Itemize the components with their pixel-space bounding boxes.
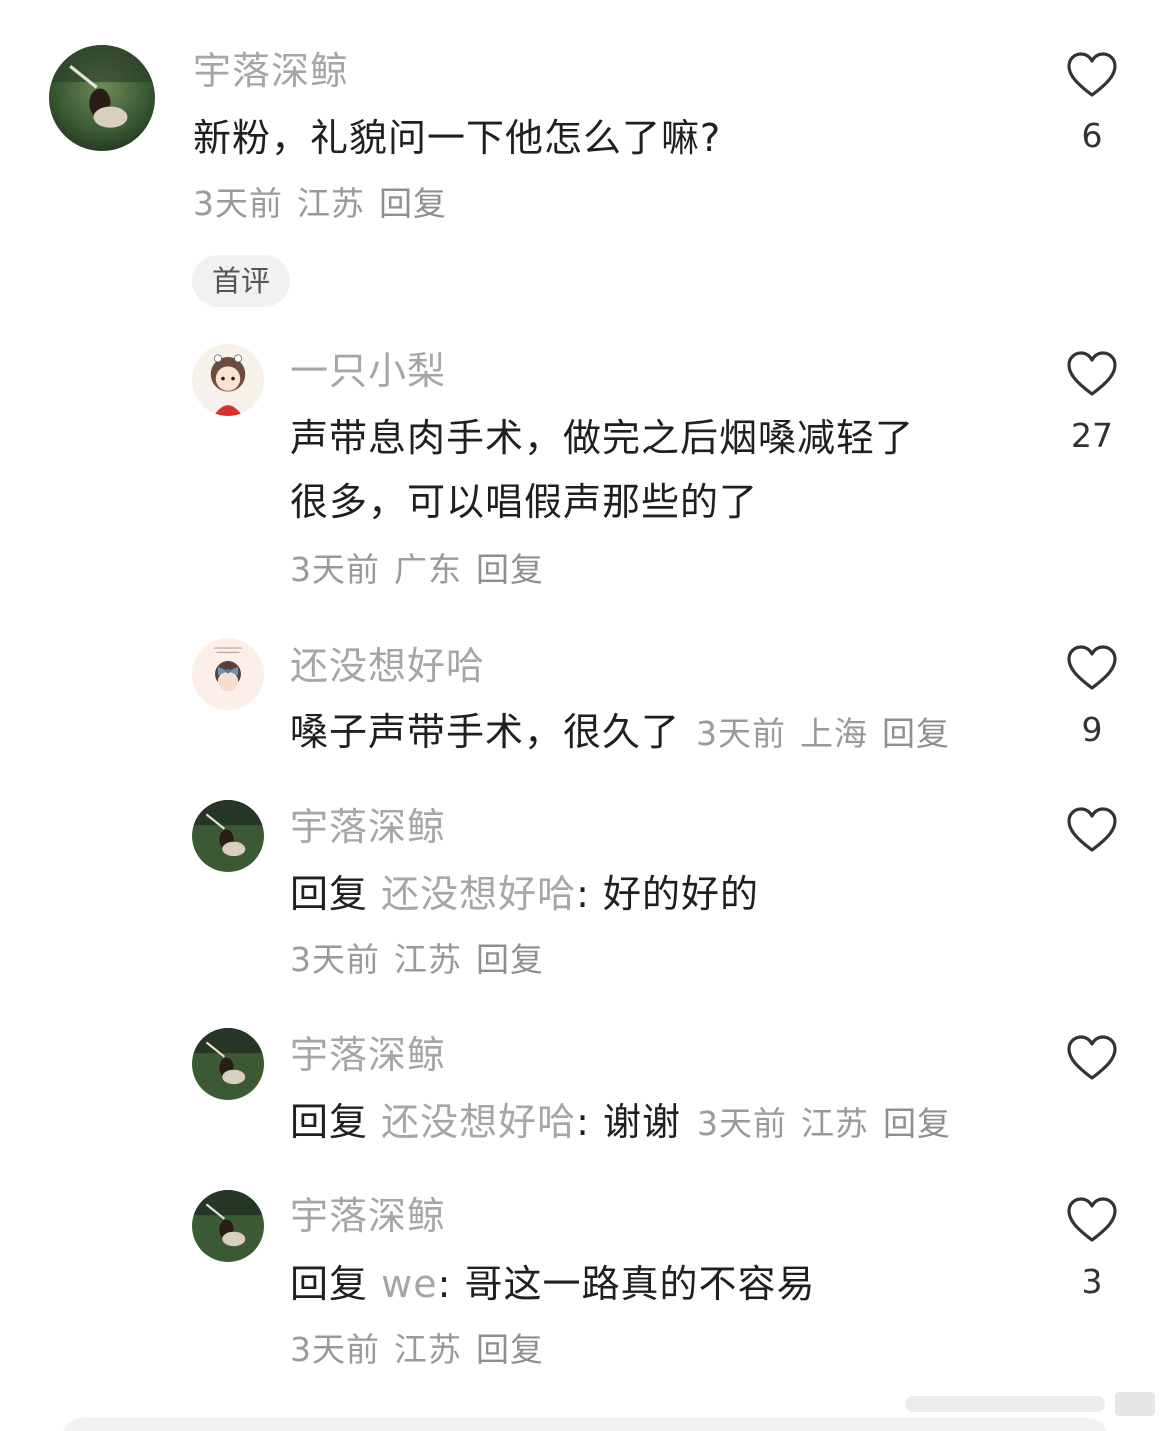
avatar[interactable] xyxy=(192,1190,264,1262)
reply-location: 广东 xyxy=(394,550,462,589)
like-button[interactable] xyxy=(1066,1196,1118,1244)
reply-text-row: 回复 还没想好哈: 好的好的 xyxy=(290,862,759,926)
avatar[interactable] xyxy=(192,1028,264,1100)
heart-icon xyxy=(1067,52,1117,97)
reply-username[interactable]: 宇落深鲸 xyxy=(290,803,446,851)
like-count: 27 xyxy=(1071,416,1113,455)
reply-time: 3天前 xyxy=(290,550,380,589)
photo-avatar-grassland-icon xyxy=(49,45,155,151)
reply-text: 嗓子声带手术，很久了 xyxy=(290,710,681,754)
bow-girl-avatar-icon xyxy=(192,638,264,710)
reply-text: 哥这一路真的不容易 xyxy=(464,1262,816,1306)
comment-meta: 3天前 江苏 回复 xyxy=(193,182,447,226)
reply-meta: 3天前 江苏 回复 xyxy=(697,1104,951,1143)
heart-icon xyxy=(1067,351,1117,396)
reply-text-row: 嗓子声带手术，很久了 3天前 上海 回复 xyxy=(290,700,950,766)
reply-location: 江苏 xyxy=(801,1104,870,1143)
reply-prefix: 回复 xyxy=(290,1100,369,1144)
like-count: 9 xyxy=(1081,710,1103,749)
reply-target-username[interactable]: 还没想好哈 xyxy=(381,872,576,916)
cartoon-girl-avatar-icon xyxy=(192,344,264,416)
comment-location: 江苏 xyxy=(297,184,365,223)
reply-meta: 3天前 江苏 回复 xyxy=(290,938,544,982)
heart-icon xyxy=(1067,645,1117,690)
avatar[interactable] xyxy=(49,45,155,151)
reply-text: 好的好的 xyxy=(603,872,760,916)
comment-time: 3天前 xyxy=(193,184,283,223)
reply-target-username[interactable]: we xyxy=(381,1262,437,1306)
reply-location: 江苏 xyxy=(394,1330,462,1369)
heart-icon xyxy=(1067,1197,1117,1242)
reply-username[interactable]: 宇落深鲸 xyxy=(290,1031,446,1079)
reply-meta: 3天前 上海 回复 xyxy=(696,714,950,753)
like-count: 3 xyxy=(1081,1262,1103,1301)
reply-text-line-1: 声带息肉手术，做完之后烟嗓减轻了 xyxy=(290,416,915,460)
reply-text-row: 回复 还没想好哈: 谢谢 3天前 江苏 回复 xyxy=(290,1090,951,1156)
comment-thread: 宇落深鲸 新粉，礼貌问一下他怎么了嘛? 3天前 江苏 回复 6 首评 一只小梨 声带… xyxy=(0,0,1170,1431)
avatar[interactable] xyxy=(192,800,264,872)
reply-location: 江苏 xyxy=(394,940,462,979)
reply-button[interactable]: 回复 xyxy=(379,184,447,223)
comment-text: 新粉，礼貌问一下他怎么了嘛? xyxy=(193,116,722,160)
comment-username[interactable]: 宇落深鲸 xyxy=(193,47,349,95)
reply-separator: : xyxy=(437,1262,452,1306)
reply-button[interactable]: 回复 xyxy=(882,714,950,753)
photo-avatar-grassland-icon xyxy=(192,1190,264,1262)
like-button[interactable] xyxy=(1066,51,1118,99)
heart-icon xyxy=(1067,807,1117,852)
reply-username[interactable]: 宇落深鲸 xyxy=(290,1192,446,1240)
reply-separator: : xyxy=(576,1100,590,1144)
reply-location: 上海 xyxy=(800,714,869,753)
reply-time: 3天前 xyxy=(290,1330,380,1369)
reply-text: 谢谢 xyxy=(603,1100,682,1144)
reply-prefix: 回复 xyxy=(290,1262,369,1306)
reply-username[interactable]: 一只小梨 xyxy=(290,347,446,395)
photo-avatar-grassland-icon xyxy=(192,1028,264,1100)
avatar[interactable] xyxy=(192,638,264,710)
photo-avatar-grassland-icon xyxy=(192,800,264,872)
reply-button[interactable]: 回复 xyxy=(883,1104,951,1143)
reply-text-row: 回复 we: 哥这一路真的不容易 xyxy=(290,1252,816,1316)
like-button[interactable] xyxy=(1066,644,1118,692)
like-button[interactable] xyxy=(1066,806,1118,854)
reply-prefix: 回复 xyxy=(290,872,369,916)
reply-button[interactable]: 回复 xyxy=(476,1330,544,1369)
reply-username[interactable]: 还没想好哈 xyxy=(290,642,485,690)
reply-time: 3天前 xyxy=(696,714,787,753)
avatar[interactable] xyxy=(192,344,264,416)
reply-button[interactable]: 回复 xyxy=(476,940,544,979)
like-count: 6 xyxy=(1081,116,1103,155)
like-button[interactable] xyxy=(1066,1034,1118,1082)
reply-target-username[interactable]: 还没想好哈 xyxy=(381,1100,576,1144)
reply-time: 3天前 xyxy=(697,1104,788,1143)
reply-time: 3天前 xyxy=(290,940,380,979)
reply-meta: 3天前 江苏 回复 xyxy=(290,1328,544,1372)
like-button[interactable] xyxy=(1066,350,1118,398)
first-comment-badge: 首评 xyxy=(192,255,290,307)
heart-icon xyxy=(1067,1035,1117,1080)
watermark-icon xyxy=(905,1392,1155,1416)
reply-meta: 3天前 广东 回复 xyxy=(290,548,544,592)
reply-text-line-2: 很多，可以唱假声那些的了 xyxy=(290,480,759,524)
reply-separator: : xyxy=(576,872,590,916)
reply-button[interactable]: 回复 xyxy=(476,550,544,589)
